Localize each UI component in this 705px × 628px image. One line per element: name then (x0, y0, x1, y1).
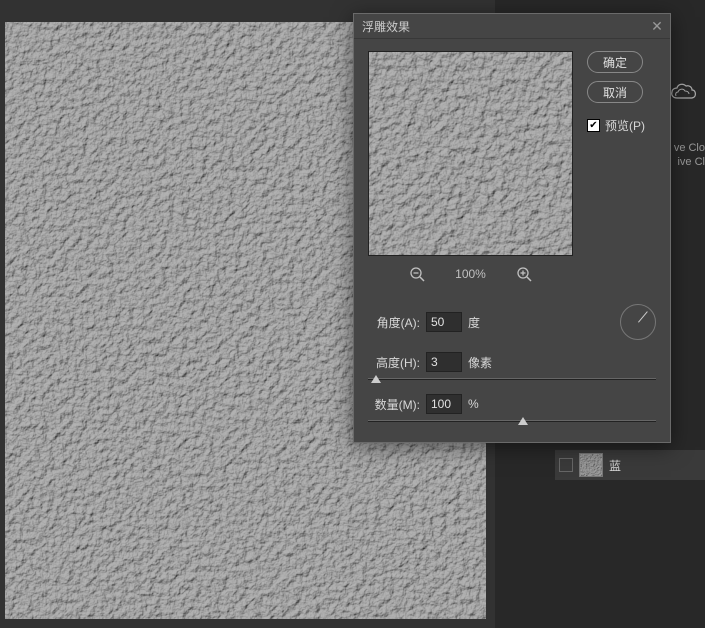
height-label: 高度(H): (368, 354, 420, 371)
dialog-titlebar[interactable]: 浮雕效果 ✕ (354, 14, 670, 39)
emboss-dialog: 浮雕效果 ✕ (353, 13, 671, 443)
preview-checkbox-label: 预览(P) (605, 117, 645, 134)
filter-preview[interactable] (368, 51, 573, 256)
amount-label: 数量(M): (368, 396, 420, 413)
cloud-text-1: ve Clo (674, 142, 705, 154)
close-icon[interactable]: ✕ (648, 18, 666, 35)
cloud-text-2: ive Cl (677, 156, 705, 168)
zoom-out-icon[interactable] (409, 266, 425, 282)
zoom-in-icon[interactable] (516, 266, 532, 282)
layer-thumbnail (579, 453, 603, 477)
angle-dial[interactable] (620, 304, 656, 340)
ok-button[interactable]: 确定 (587, 51, 643, 73)
angle-unit: 度 (468, 314, 480, 331)
layer-row[interactable]: 蓝 (555, 450, 705, 480)
amount-slider[interactable] (368, 420, 656, 422)
amount-unit: % (468, 397, 479, 411)
angle-input[interactable] (426, 312, 462, 332)
cloud-icon (669, 82, 697, 102)
height-input[interactable] (426, 352, 462, 372)
dialog-title: 浮雕效果 (362, 18, 648, 35)
cancel-button[interactable]: 取消 (587, 81, 643, 103)
zoom-level: 100% (455, 267, 486, 281)
layer-visibility-toggle[interactable] (559, 458, 573, 472)
amount-input[interactable] (426, 394, 462, 414)
height-slider[interactable] (368, 378, 656, 380)
layer-name[interactable]: 蓝 (609, 457, 621, 474)
preview-checkbox[interactable]: ✔ (587, 119, 600, 132)
angle-label: 角度(A): (368, 314, 420, 331)
height-unit: 像素 (468, 354, 492, 371)
